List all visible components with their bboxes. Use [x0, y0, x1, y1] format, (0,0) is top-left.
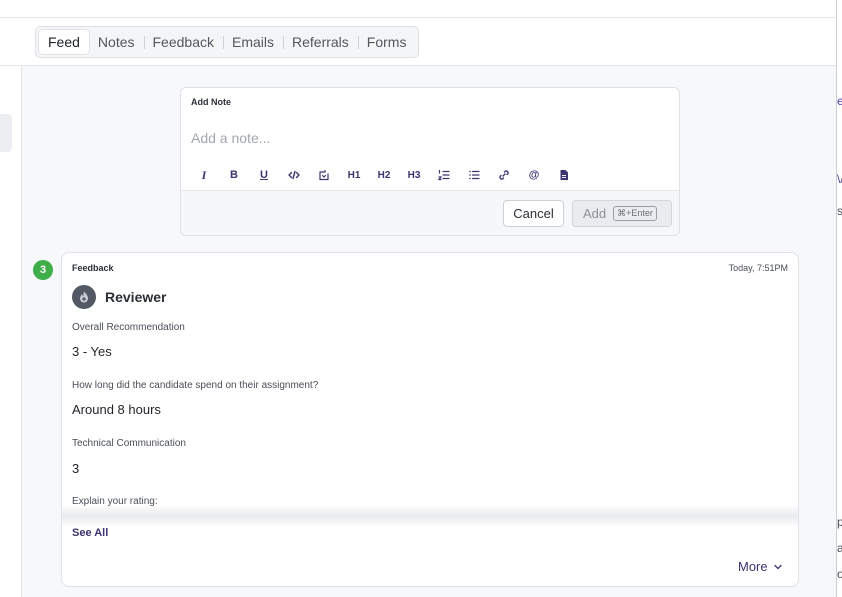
underline-icon[interactable]: U — [249, 167, 279, 183]
feedback-timestamp: Today, 7:51PM — [728, 263, 788, 273]
right-panel-text: o — [837, 567, 842, 581]
answer-value: Around 8 hours — [72, 402, 161, 417]
bold-icon[interactable]: B — [219, 167, 249, 183]
tab-referrals[interactable]: Referrals — [283, 30, 358, 54]
feedback-type-label: Feedback — [72, 263, 114, 273]
question-label: How long did the candidate spend on thei… — [72, 380, 319, 391]
top-header-strip — [0, 0, 837, 18]
right-panel-text: a — [837, 541, 842, 555]
add-note-button[interactable]: Add ⌘+Enter — [572, 200, 672, 227]
reviewer-name: Reviewer — [105, 289, 167, 305]
answer-value: 3 - Yes — [72, 344, 112, 359]
tab-bar: Feed Notes Feedback Emails Referrals For… — [0, 18, 837, 66]
bold-label: B — [230, 169, 238, 181]
code-icon[interactable] — [279, 167, 309, 183]
code-block-icon[interactable] — [309, 167, 339, 183]
mention-label: @ — [528, 169, 540, 181]
feedback-count-badge: 3 — [33, 260, 53, 280]
right-panel-text: p — [837, 515, 842, 529]
heading-3-icon[interactable]: H3 — [399, 167, 429, 183]
see-all-link[interactable]: See All — [72, 527, 108, 539]
answer-value: 3 — [72, 461, 80, 476]
right-panel-edge: er \/ s p a o — [836, 0, 842, 597]
avatar — [72, 285, 96, 309]
mention-icon[interactable]: @ — [519, 167, 549, 183]
content-fade-overlay — [62, 505, 798, 527]
reviewer-avatar-icon — [80, 291, 88, 303]
feed-tabs: Feed Notes Feedback Emails Referrals For… — [35, 26, 420, 58]
keyboard-shortcut: ⌘+Enter — [613, 206, 657, 221]
heading-1-icon[interactable]: H1 — [339, 167, 369, 183]
add-note-title: Add Note — [191, 97, 231, 107]
italic-icon[interactable]: I — [189, 167, 219, 183]
tab-feed[interactable]: Feed — [39, 30, 89, 54]
heading-2-icon[interactable]: H2 — [369, 167, 399, 183]
tab-notes[interactable]: Notes — [89, 30, 144, 54]
more-button[interactable]: More — [738, 559, 783, 574]
formatting-toolbar: I B U H1 H2 H3 @ — [189, 167, 579, 183]
italic-label: I — [201, 167, 207, 182]
ordered-list-icon[interactable] — [429, 167, 459, 183]
right-panel-text: \/ — [837, 172, 842, 186]
chevron-down-icon — [773, 564, 782, 569]
more-label: More — [738, 559, 768, 574]
attachment-icon[interactable] — [549, 167, 579, 183]
sidebar-selected-item[interactable] — [0, 114, 12, 152]
underline-label: U — [260, 169, 268, 181]
right-panel-text: er — [837, 94, 842, 108]
left-sidebar — [0, 66, 22, 597]
add-note-card: Add Note Add a note... I B U H1 H2 H3 @ … — [180, 87, 680, 236]
tab-feedback[interactable]: Feedback — [143, 30, 223, 54]
link-icon[interactable] — [489, 167, 519, 183]
bullet-list-icon[interactable] — [459, 167, 489, 183]
note-input[interactable]: Add a note... — [191, 130, 270, 146]
right-panel-text: s — [837, 204, 842, 218]
question-label: Overall Recommendation — [72, 322, 185, 333]
cancel-button[interactable]: Cancel — [503, 200, 564, 227]
feedback-card: Feedback Today, 7:51PM Reviewer Overall … — [61, 252, 799, 587]
tab-emails[interactable]: Emails — [222, 30, 283, 54]
tab-forms[interactable]: Forms — [357, 30, 416, 54]
question-label: Technical Communication — [72, 438, 186, 449]
note-footer: Cancel Add ⌘+Enter — [181, 190, 679, 235]
add-button-label: Add — [583, 206, 607, 221]
